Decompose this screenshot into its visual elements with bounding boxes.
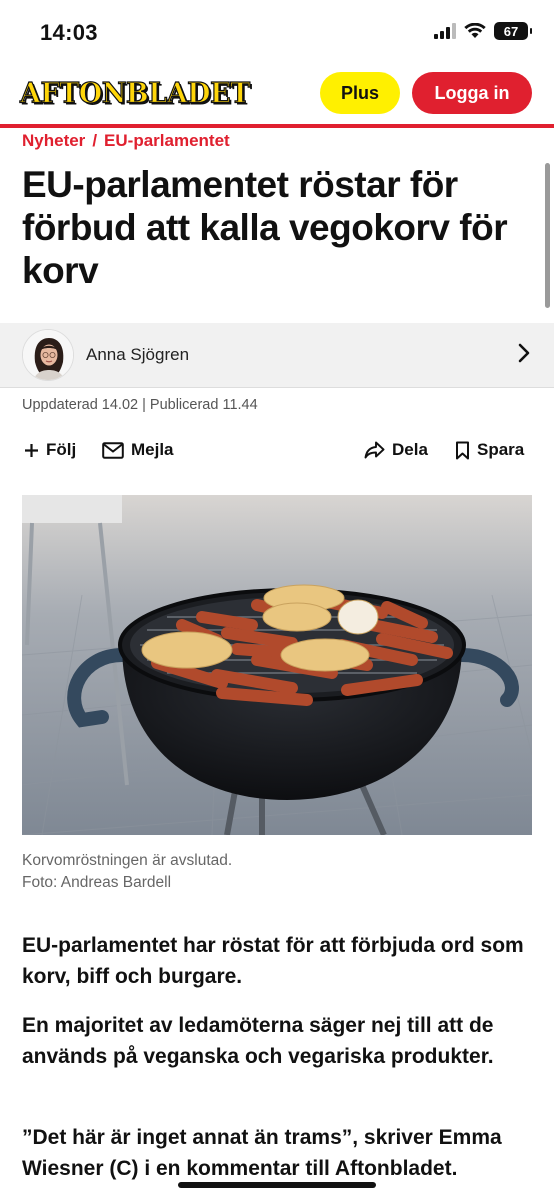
home-indicator[interactable] <box>178 1182 376 1188</box>
bookmark-icon <box>456 441 469 459</box>
image-caption: Korvomröstningen är avslutad. Foto: Andr… <box>22 850 232 894</box>
chevron-right-icon[interactable] <box>518 343 530 363</box>
breadcrumb-section[interactable]: Nyheter <box>22 131 85 151</box>
image-caption-text: Korvomröstningen är avslutad. <box>22 852 233 869</box>
author-row[interactable]: Anna Sjögren <box>0 323 554 388</box>
status-icons: 67 <box>434 22 532 40</box>
plus-icon <box>25 443 38 457</box>
login-button[interactable]: Logga in <box>412 72 532 114</box>
plus-button[interactable]: Plus <box>320 72 400 114</box>
article-image-grill[interactable] <box>22 495 532 835</box>
aftonbladet-logo[interactable]: AFTONBLADET <box>19 77 250 111</box>
article-paragraph: EU-parlamentet har röstat för att förbju… <box>22 934 524 988</box>
author-name[interactable]: Anna Sjögren <box>86 345 189 365</box>
breadcrumb-subsection[interactable]: EU-parlamentet <box>104 131 230 151</box>
article-paragraph: En majoritet av ledamöterna säger nej ti… <box>22 1014 494 1068</box>
share-icon <box>364 441 385 459</box>
publish-dates: Uppdaterad 14.02 | Publicerad 11.44 <box>22 397 258 413</box>
header-divider <box>0 124 554 128</box>
battery-icon: 67 <box>494 22 532 40</box>
email-button[interactable]: Mejla <box>102 440 174 460</box>
author-avatar <box>22 329 74 381</box>
scrollbar[interactable] <box>545 163 550 308</box>
save-button[interactable]: Spara <box>455 440 524 460</box>
status-time: 14:03 <box>40 20 98 45</box>
breadcrumb-separator: / <box>92 131 98 150</box>
save-label: Spara <box>477 440 525 459</box>
wifi-icon <box>464 23 486 38</box>
follow-button[interactable]: Följ <box>24 440 76 460</box>
follow-label: Följ <box>46 440 77 459</box>
mail-icon <box>102 441 124 459</box>
share-label: Dela <box>392 440 428 459</box>
site-header: AFTONBLADET Plus Logga in <box>0 66 554 124</box>
status-bar: 14:03 67 <box>0 0 554 66</box>
email-label: Mejla <box>131 440 174 459</box>
article-headline: EU-parlamentet röstar för förbud att kal… <box>22 164 508 291</box>
article-actions: Följ Mejla Dela Spara <box>0 440 554 466</box>
article-paragraph: ”Det här är inget annat än trams”, skriv… <box>22 1126 502 1180</box>
cellular-signal-icon <box>434 23 456 39</box>
breadcrumb: Nyheter / EU-parlamentet <box>22 131 230 151</box>
image-credit: Foto: Andreas Bardell <box>22 874 172 891</box>
share-button[interactable]: Dela <box>364 440 428 460</box>
